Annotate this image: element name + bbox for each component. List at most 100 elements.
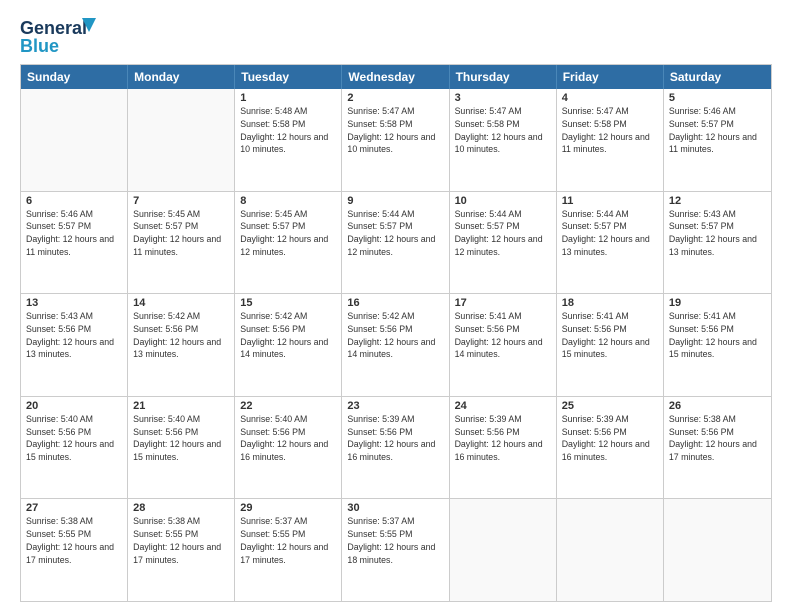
cell-detail: Sunrise: 5:38 AMSunset: 5:55 PMDaylight:…	[133, 515, 229, 566]
calendar-cell: 26Sunrise: 5:38 AMSunset: 5:56 PMDayligh…	[664, 397, 771, 499]
cell-detail: Sunrise: 5:43 AMSunset: 5:56 PMDaylight:…	[26, 310, 122, 361]
weekday-header: Monday	[128, 65, 235, 89]
cell-detail: Sunrise: 5:38 AMSunset: 5:56 PMDaylight:…	[669, 413, 766, 464]
cell-detail: Sunrise: 5:42 AMSunset: 5:56 PMDaylight:…	[240, 310, 336, 361]
day-number: 30	[347, 502, 443, 514]
cell-detail: Sunrise: 5:39 AMSunset: 5:56 PMDaylight:…	[347, 413, 443, 464]
cell-detail: Sunrise: 5:39 AMSunset: 5:56 PMDaylight:…	[455, 413, 551, 464]
cell-detail: Sunrise: 5:46 AMSunset: 5:57 PMDaylight:…	[26, 208, 122, 259]
day-number: 25	[562, 400, 658, 412]
calendar-cell: 6Sunrise: 5:46 AMSunset: 5:57 PMDaylight…	[21, 192, 128, 294]
cell-detail: Sunrise: 5:46 AMSunset: 5:57 PMDaylight:…	[669, 105, 766, 156]
cell-detail: Sunrise: 5:39 AMSunset: 5:56 PMDaylight:…	[562, 413, 658, 464]
cell-detail: Sunrise: 5:47 AMSunset: 5:58 PMDaylight:…	[562, 105, 658, 156]
day-number: 18	[562, 297, 658, 309]
calendar-cell	[128, 89, 235, 191]
calendar-cell: 3Sunrise: 5:47 AMSunset: 5:58 PMDaylight…	[450, 89, 557, 191]
svg-text:General: General	[20, 18, 87, 38]
day-number: 5	[669, 92, 766, 104]
day-number: 28	[133, 502, 229, 514]
calendar-cell	[21, 89, 128, 191]
calendar-cell: 5Sunrise: 5:46 AMSunset: 5:57 PMDaylight…	[664, 89, 771, 191]
cell-detail: Sunrise: 5:42 AMSunset: 5:56 PMDaylight:…	[347, 310, 443, 361]
day-number: 20	[26, 400, 122, 412]
calendar-row: 6Sunrise: 5:46 AMSunset: 5:57 PMDaylight…	[21, 191, 771, 294]
weekday-header: Friday	[557, 65, 664, 89]
page-header: GeneralBlue	[20, 16, 772, 56]
calendar-cell: 14Sunrise: 5:42 AMSunset: 5:56 PMDayligh…	[128, 294, 235, 396]
calendar-cell	[450, 499, 557, 601]
calendar-cell: 25Sunrise: 5:39 AMSunset: 5:56 PMDayligh…	[557, 397, 664, 499]
calendar-cell: 11Sunrise: 5:44 AMSunset: 5:57 PMDayligh…	[557, 192, 664, 294]
calendar-cell: 21Sunrise: 5:40 AMSunset: 5:56 PMDayligh…	[128, 397, 235, 499]
cell-detail: Sunrise: 5:40 AMSunset: 5:56 PMDaylight:…	[240, 413, 336, 464]
day-number: 12	[669, 195, 766, 207]
svg-text:Blue: Blue	[20, 36, 59, 56]
weekday-header: Tuesday	[235, 65, 342, 89]
calendar-cell: 17Sunrise: 5:41 AMSunset: 5:56 PMDayligh…	[450, 294, 557, 396]
day-number: 19	[669, 297, 766, 309]
day-number: 7	[133, 195, 229, 207]
calendar-cell: 23Sunrise: 5:39 AMSunset: 5:56 PMDayligh…	[342, 397, 449, 499]
day-number: 22	[240, 400, 336, 412]
cell-detail: Sunrise: 5:45 AMSunset: 5:57 PMDaylight:…	[240, 208, 336, 259]
cell-detail: Sunrise: 5:44 AMSunset: 5:57 PMDaylight:…	[455, 208, 551, 259]
calendar-cell: 1Sunrise: 5:48 AMSunset: 5:58 PMDaylight…	[235, 89, 342, 191]
day-number: 11	[562, 195, 658, 207]
calendar-cell: 2Sunrise: 5:47 AMSunset: 5:58 PMDaylight…	[342, 89, 449, 191]
day-number: 8	[240, 195, 336, 207]
calendar-cell: 22Sunrise: 5:40 AMSunset: 5:56 PMDayligh…	[235, 397, 342, 499]
day-number: 10	[455, 195, 551, 207]
day-number: 4	[562, 92, 658, 104]
day-number: 23	[347, 400, 443, 412]
cell-detail: Sunrise: 5:37 AMSunset: 5:55 PMDaylight:…	[240, 515, 336, 566]
weekday-header: Wednesday	[342, 65, 449, 89]
calendar-cell: 19Sunrise: 5:41 AMSunset: 5:56 PMDayligh…	[664, 294, 771, 396]
day-number: 26	[669, 400, 766, 412]
calendar-cell: 4Sunrise: 5:47 AMSunset: 5:58 PMDaylight…	[557, 89, 664, 191]
day-number: 16	[347, 297, 443, 309]
calendar-cell: 18Sunrise: 5:41 AMSunset: 5:56 PMDayligh…	[557, 294, 664, 396]
calendar-cell: 29Sunrise: 5:37 AMSunset: 5:55 PMDayligh…	[235, 499, 342, 601]
calendar-cell: 7Sunrise: 5:45 AMSunset: 5:57 PMDaylight…	[128, 192, 235, 294]
calendar-cell: 20Sunrise: 5:40 AMSunset: 5:56 PMDayligh…	[21, 397, 128, 499]
day-number: 3	[455, 92, 551, 104]
day-number: 27	[26, 502, 122, 514]
day-number: 17	[455, 297, 551, 309]
calendar-cell	[664, 499, 771, 601]
cell-detail: Sunrise: 5:47 AMSunset: 5:58 PMDaylight:…	[455, 105, 551, 156]
logo: GeneralBlue	[20, 16, 100, 56]
calendar-cell: 15Sunrise: 5:42 AMSunset: 5:56 PMDayligh…	[235, 294, 342, 396]
cell-detail: Sunrise: 5:38 AMSunset: 5:55 PMDaylight:…	[26, 515, 122, 566]
cell-detail: Sunrise: 5:41 AMSunset: 5:56 PMDaylight:…	[562, 310, 658, 361]
calendar-row: 27Sunrise: 5:38 AMSunset: 5:55 PMDayligh…	[21, 498, 771, 601]
calendar-body: 1Sunrise: 5:48 AMSunset: 5:58 PMDaylight…	[21, 89, 771, 601]
cell-detail: Sunrise: 5:44 AMSunset: 5:57 PMDaylight:…	[562, 208, 658, 259]
cell-detail: Sunrise: 5:40 AMSunset: 5:56 PMDaylight:…	[26, 413, 122, 464]
calendar-cell: 12Sunrise: 5:43 AMSunset: 5:57 PMDayligh…	[664, 192, 771, 294]
cell-detail: Sunrise: 5:37 AMSunset: 5:55 PMDaylight:…	[347, 515, 443, 566]
day-number: 21	[133, 400, 229, 412]
calendar-row: 13Sunrise: 5:43 AMSunset: 5:56 PMDayligh…	[21, 293, 771, 396]
day-number: 13	[26, 297, 122, 309]
calendar: SundayMondayTuesdayWednesdayThursdayFrid…	[20, 64, 772, 602]
cell-detail: Sunrise: 5:47 AMSunset: 5:58 PMDaylight:…	[347, 105, 443, 156]
calendar-cell: 24Sunrise: 5:39 AMSunset: 5:56 PMDayligh…	[450, 397, 557, 499]
cell-detail: Sunrise: 5:48 AMSunset: 5:58 PMDaylight:…	[240, 105, 336, 156]
day-number: 24	[455, 400, 551, 412]
cell-detail: Sunrise: 5:45 AMSunset: 5:57 PMDaylight:…	[133, 208, 229, 259]
weekday-header: Sunday	[21, 65, 128, 89]
calendar-cell: 28Sunrise: 5:38 AMSunset: 5:55 PMDayligh…	[128, 499, 235, 601]
calendar-cell: 8Sunrise: 5:45 AMSunset: 5:57 PMDaylight…	[235, 192, 342, 294]
day-number: 9	[347, 195, 443, 207]
cell-detail: Sunrise: 5:41 AMSunset: 5:56 PMDaylight:…	[669, 310, 766, 361]
calendar-page: GeneralBlue SundayMondayTuesdayWednesday…	[0, 0, 792, 612]
logo-svg: GeneralBlue	[20, 16, 100, 56]
cell-detail: Sunrise: 5:44 AMSunset: 5:57 PMDaylight:…	[347, 208, 443, 259]
day-number: 2	[347, 92, 443, 104]
cell-detail: Sunrise: 5:41 AMSunset: 5:56 PMDaylight:…	[455, 310, 551, 361]
day-number: 14	[133, 297, 229, 309]
calendar-cell	[557, 499, 664, 601]
calendar-row: 20Sunrise: 5:40 AMSunset: 5:56 PMDayligh…	[21, 396, 771, 499]
calendar-cell: 30Sunrise: 5:37 AMSunset: 5:55 PMDayligh…	[342, 499, 449, 601]
